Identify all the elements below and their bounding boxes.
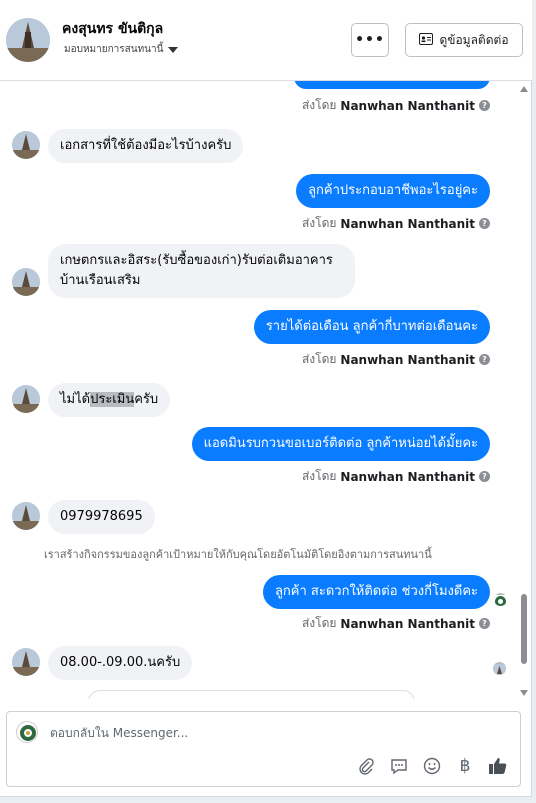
scroll-thumb[interactable] [521, 594, 527, 664]
message-outgoing [294, 81, 490, 89]
more-options-button[interactable]: ••• [351, 23, 389, 57]
message-incoming: 08.00-.09.00.นครับ [48, 646, 193, 680]
view-contact-label: ดูข้อมูลติดต่อ [439, 32, 509, 47]
contact-card-icon [419, 32, 434, 48]
sent-by: ส่งโดย Nanwhan Nanthanit? [302, 467, 490, 486]
message-outgoing: ลูกค้า สะดวกให้ติดต่อ ช่วงกี่โมงดีคะ [262, 575, 490, 609]
message-list[interactable]: ส่งโดย Nanwhan Nanthanit? เอกสารที่ใช้ต้อ… [0, 81, 517, 699]
scroll-up-icon[interactable] [520, 86, 528, 92]
avatar[interactable] [6, 18, 50, 62]
question-icon[interactable]: ? [479, 618, 490, 629]
system-note: เราสร้างกิจกรรมของลูกค้าเป้าหมายให้กับคุ… [44, 548, 432, 561]
selected-text: ประเมิน [90, 392, 135, 407]
sent-by: ส่งโดย Nanwhan Nanthanit? [302, 614, 490, 633]
seen-avatar [494, 593, 507, 606]
message-incoming: เกษตกรและอิสระ(รับซื้อของเก่า)รับต่อเติม… [48, 244, 355, 298]
message-incoming: เอกสารที่ใช้ต้องมีอะไรบ้างครับ [48, 129, 244, 163]
question-icon[interactable]: ? [479, 218, 490, 229]
attachment-icon[interactable] [356, 756, 376, 776]
page-avatar [16, 721, 38, 743]
suggestion-card[interactable] [88, 690, 415, 699]
reply-input[interactable] [50, 722, 490, 744]
assign-conversation[interactable]: มอบหมายการสนทนานี้ [64, 42, 179, 57]
composer-toolbar: ฿ [356, 756, 508, 776]
question-icon[interactable]: ? [479, 354, 490, 365]
avatar [12, 385, 40, 413]
message-composer: ฿ [6, 711, 521, 787]
avatar [12, 648, 40, 676]
emoji-icon[interactable] [422, 756, 442, 776]
baht-icon[interactable]: ฿ [455, 756, 475, 776]
ellipsis-icon: ••• [355, 32, 385, 48]
question-icon[interactable]: ? [479, 100, 490, 111]
message-outgoing: ลูกค้าประกอบอาชีพอะไรอยู่คะ [296, 174, 490, 208]
inbox-conversation-panel: คงสุนทร ขันติกุล มอบหมายการสนทนานี้ ••• … [0, 0, 532, 797]
sent-by: ส่งโดย Nanwhan Nanthanit? [302, 350, 490, 369]
question-icon[interactable]: ? [479, 471, 490, 482]
saved-reply-icon[interactable] [389, 756, 409, 776]
message-incoming: 0979978695 [48, 500, 155, 534]
contact-name: คงสุนทร ขันติกุล [62, 21, 164, 37]
message-outgoing: รายได้ต่อเดือน ลูกค้ากี่บาทต่อเดือนคะ [253, 310, 490, 344]
caret-down-icon [168, 46, 179, 53]
scrollbar[interactable] [517, 81, 532, 699]
assign-label: มอบหมายการสนทนานี้ [64, 44, 164, 55]
avatar [12, 131, 40, 159]
view-contact-button[interactable]: ดูข้อมูลติดต่อ [405, 23, 523, 57]
scroll-down-icon[interactable] [520, 690, 528, 696]
thumbs-up-icon[interactable] [488, 756, 508, 776]
seen-avatar [493, 662, 506, 675]
conversation-header: คงสุนทร ขันติกุล มอบหมายการสนทนานี้ ••• … [0, 0, 532, 81]
avatar [12, 502, 40, 530]
avatar [12, 268, 40, 296]
sent-by: ส่งโดย Nanwhan Nanthanit? [302, 96, 490, 115]
message-outgoing: แอดมินรบกวนขอเบอร์ติดต่อ ลูกค้าหน่อยได้ม… [191, 427, 490, 461]
message-incoming: ไม่ได้ประเมินครับ [48, 383, 171, 417]
sent-by: ส่งโดย Nanwhan Nanthanit? [302, 214, 490, 233]
